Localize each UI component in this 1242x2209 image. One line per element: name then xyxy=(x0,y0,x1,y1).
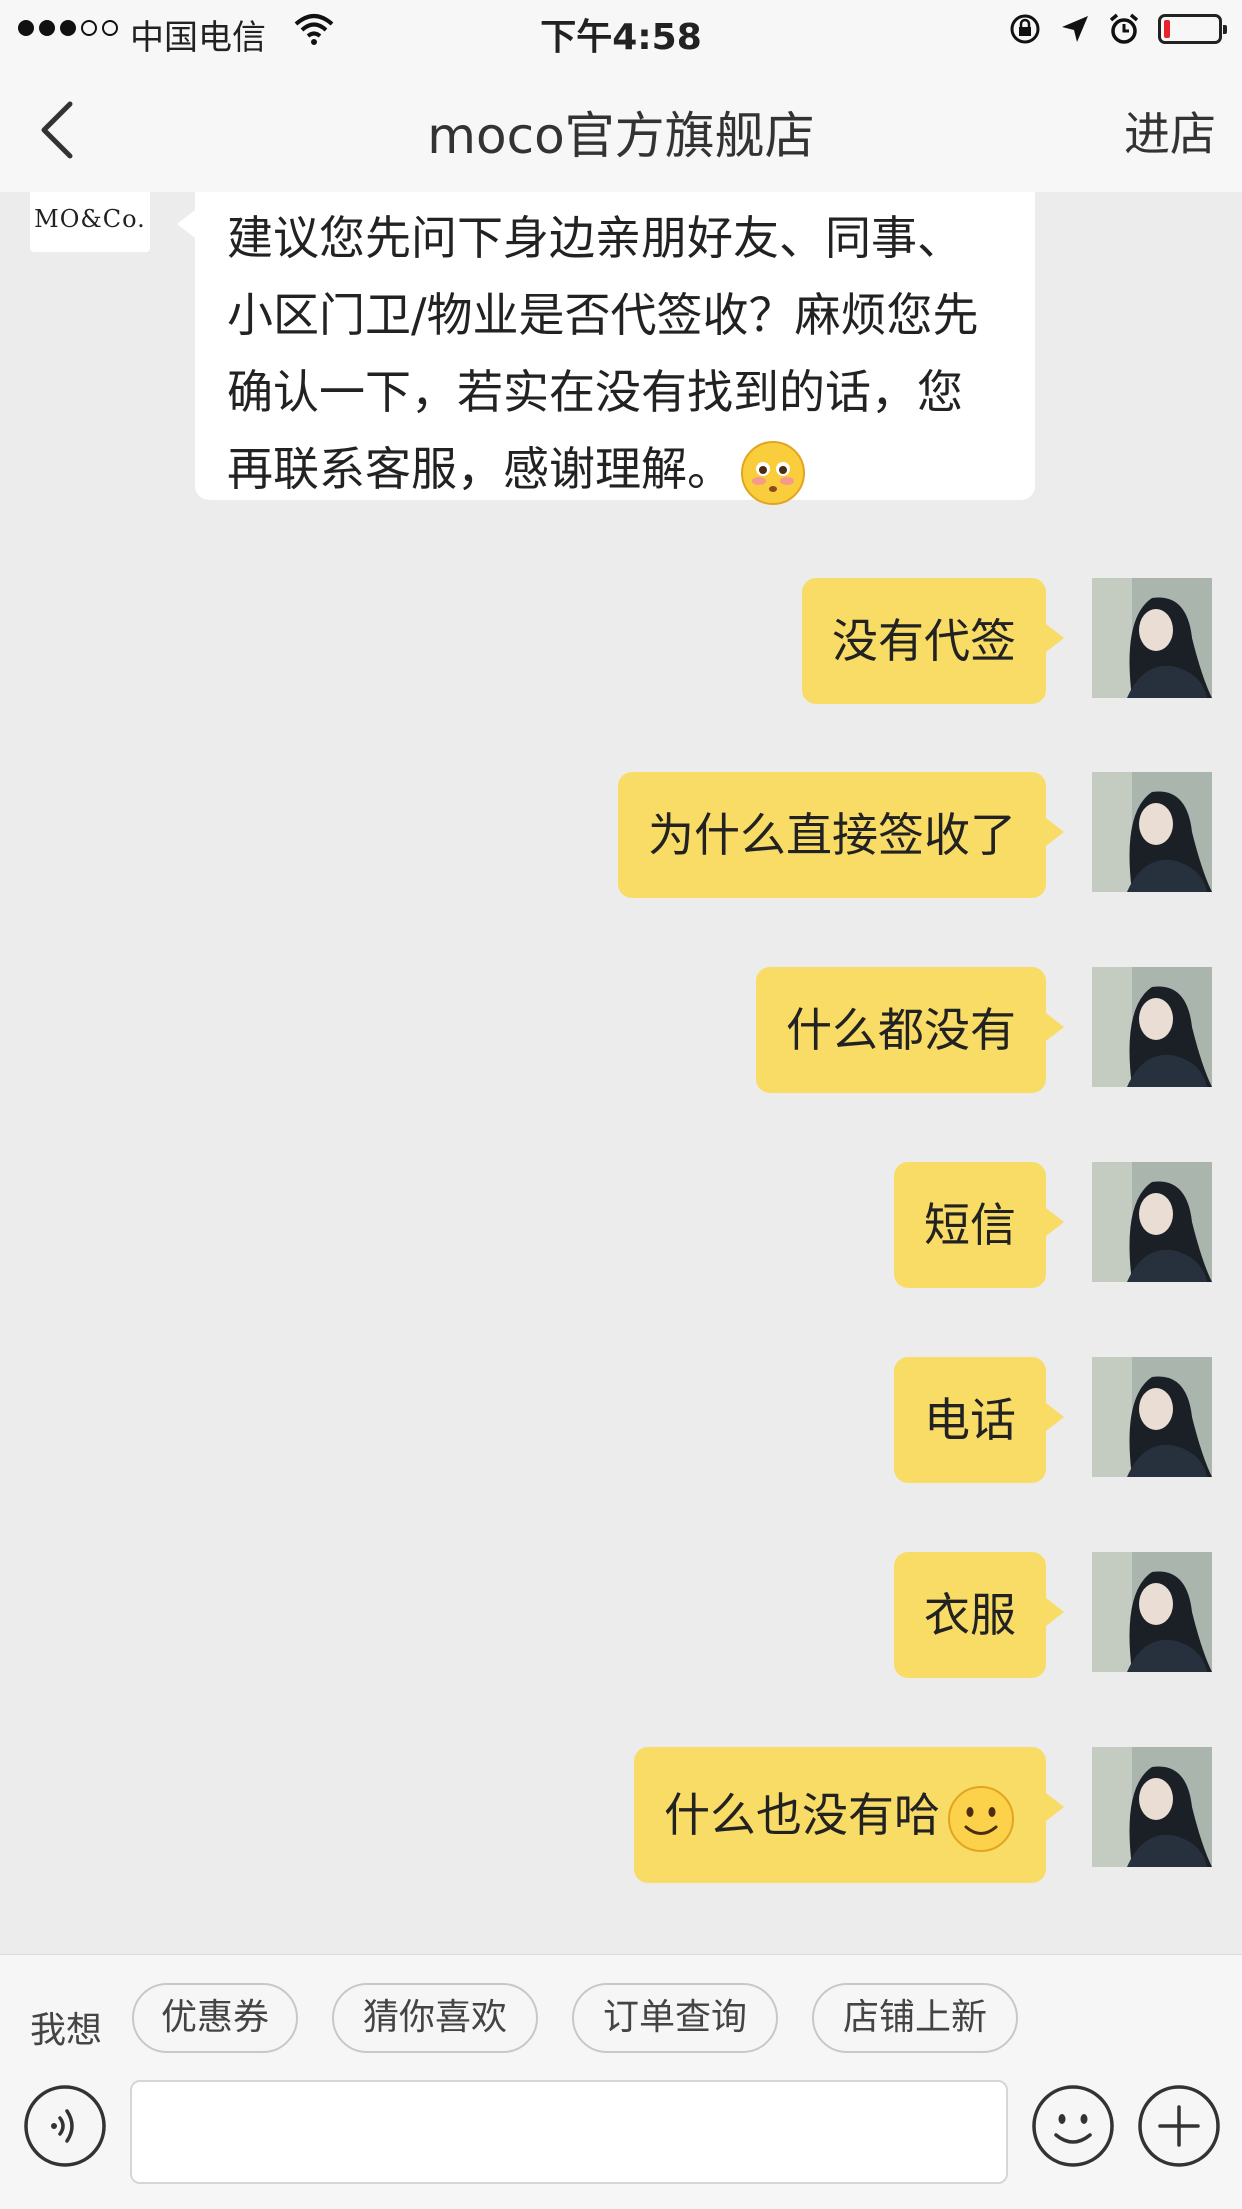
outgoing-message[interactable]: 衣服 xyxy=(894,1552,1064,1678)
enter-store-button[interactable]: 进店 xyxy=(1124,98,1216,164)
location-arrow-icon xyxy=(1062,16,1088,42)
outgoing-message[interactable]: 什么都没有 xyxy=(756,967,1064,1093)
quick-reply-coupon[interactable]: 优惠券 xyxy=(132,1983,298,2053)
emoji-picker-icon[interactable] xyxy=(1030,2083,1116,2169)
avatar[interactable] xyxy=(1092,772,1212,892)
input-panel: 我想 优惠券 猜你喜欢 订单查询 店铺上新 xyxy=(0,1954,1242,2209)
alarm-icon xyxy=(1109,13,1139,44)
message-line: 确认一下，若实在没有找到的话，您 xyxy=(227,365,963,419)
quick-reply-order-query[interactable]: 订单查询 xyxy=(572,1983,778,2053)
outgoing-message-row: 短信 xyxy=(0,1162,1242,1292)
message-line: 建议您先问下身边亲朋好友、同事、 xyxy=(227,211,963,265)
store-logo: MO&Co. xyxy=(34,205,146,233)
avatar[interactable] xyxy=(1092,1747,1212,1867)
smile-face-icon xyxy=(948,1785,1014,1852)
outgoing-message-row: 衣服 xyxy=(0,1552,1242,1682)
outgoing-message[interactable]: 短信 xyxy=(894,1162,1064,1288)
outgoing-message[interactable]: 电话 xyxy=(894,1357,1064,1483)
incoming-message[interactable]: 建议您先问下身边亲朋好友、同事、 小区门卫/物业是否代签收？麻烦您先 确认一下，… xyxy=(177,192,1035,505)
avatar[interactable] xyxy=(1092,1162,1212,1282)
message-line: 小区门卫/物业是否代签收？麻烦您先 xyxy=(227,288,979,342)
message-text: 什么也没有哈 xyxy=(664,1788,940,1842)
store-avatar[interactable]: MO&Co. xyxy=(30,192,150,252)
outgoing-message[interactable]: 什么也没有哈 xyxy=(634,1747,1064,1883)
avatar[interactable] xyxy=(1092,1357,1212,1477)
avatar[interactable] xyxy=(1092,1552,1212,1672)
battery-icon xyxy=(1158,14,1227,44)
avatar[interactable] xyxy=(1092,967,1212,1087)
voice-input-icon[interactable] xyxy=(22,2083,108,2169)
quick-reply-recommend[interactable]: 猜你喜欢 xyxy=(332,1983,538,2053)
status-bar: 中国电信 下午4:58 xyxy=(0,0,1242,62)
outgoing-message[interactable]: 没有代签 xyxy=(802,578,1064,704)
outgoing-message-row: 为什么直接签收了 xyxy=(0,772,1242,902)
outgoing-message[interactable]: 为什么直接签收了 xyxy=(618,772,1064,898)
outgoing-message-row: 电话 xyxy=(0,1357,1242,1487)
quick-reply-new-arrivals[interactable]: 店铺上新 xyxy=(812,1983,1018,2053)
page-title: moco官方旗舰店 xyxy=(427,107,815,165)
blush-face-icon xyxy=(741,440,805,505)
nav-bar: moco官方旗舰店 进店 xyxy=(0,62,1242,192)
rotation-lock-icon xyxy=(1010,14,1040,44)
outgoing-message-row: 什么都没有 xyxy=(0,967,1242,1097)
quick-reply-label: 我想 xyxy=(30,2010,103,2051)
chat-area[interactable]: MO&Co. 建议您先问下身边亲朋好友、同事、 小区门卫/物业是否代签收？麻烦您… xyxy=(0,192,1242,1954)
outgoing-message-row: 什么也没有哈 xyxy=(0,1747,1242,1883)
add-attachment-icon[interactable] xyxy=(1136,2083,1222,2169)
message-input[interactable] xyxy=(130,2080,1008,2184)
avatar[interactable] xyxy=(1092,578,1212,698)
message-line: 再联系客服，感谢理解。 xyxy=(227,442,733,496)
outgoing-message-row: 没有代签 xyxy=(0,578,1242,708)
